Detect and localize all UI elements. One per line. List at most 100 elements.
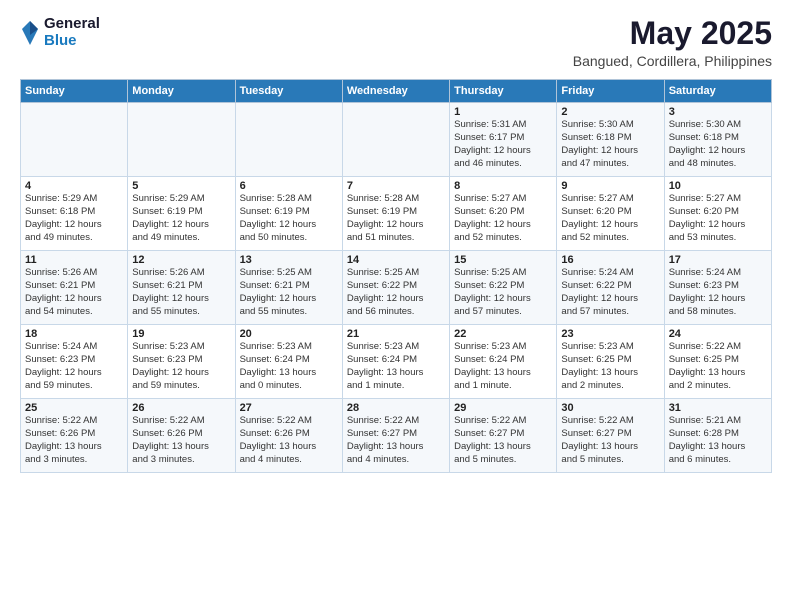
header: General Blue May 2025 Bangued, Cordiller… bbox=[20, 16, 772, 69]
day-number: 8 bbox=[454, 180, 552, 192]
day-number: 29 bbox=[454, 402, 552, 414]
calendar-cell: 19Sunrise: 5:23 AMSunset: 6:23 PMDayligh… bbox=[128, 325, 235, 399]
day-info: Sunrise: 5:28 AMSunset: 6:19 PMDaylight:… bbox=[347, 193, 445, 244]
day-number: 16 bbox=[561, 254, 659, 266]
calendar-cell: 13Sunrise: 5:25 AMSunset: 6:21 PMDayligh… bbox=[235, 251, 342, 325]
day-info: Sunrise: 5:27 AMSunset: 6:20 PMDaylight:… bbox=[669, 193, 767, 244]
day-number: 24 bbox=[669, 328, 767, 340]
calendar-cell: 28Sunrise: 5:22 AMSunset: 6:27 PMDayligh… bbox=[342, 399, 449, 473]
day-number: 4 bbox=[25, 180, 123, 192]
day-number: 14 bbox=[347, 254, 445, 266]
calendar-cell: 8Sunrise: 5:27 AMSunset: 6:20 PMDaylight… bbox=[450, 177, 557, 251]
calendar-cell: 31Sunrise: 5:21 AMSunset: 6:28 PMDayligh… bbox=[664, 399, 771, 473]
day-info: Sunrise: 5:27 AMSunset: 6:20 PMDaylight:… bbox=[454, 193, 552, 244]
month-title: May 2025 bbox=[573, 16, 772, 51]
calendar-cell: 6Sunrise: 5:28 AMSunset: 6:19 PMDaylight… bbox=[235, 177, 342, 251]
day-number: 31 bbox=[669, 402, 767, 414]
calendar-cell: 21Sunrise: 5:23 AMSunset: 6:24 PMDayligh… bbox=[342, 325, 449, 399]
day-info: Sunrise: 5:22 AMSunset: 6:26 PMDaylight:… bbox=[240, 415, 338, 466]
day-info: Sunrise: 5:31 AMSunset: 6:17 PMDaylight:… bbox=[454, 119, 552, 170]
calendar-cell: 23Sunrise: 5:23 AMSunset: 6:25 PMDayligh… bbox=[557, 325, 664, 399]
calendar-cell: 7Sunrise: 5:28 AMSunset: 6:19 PMDaylight… bbox=[342, 177, 449, 251]
day-number: 20 bbox=[240, 328, 338, 340]
day-info: Sunrise: 5:29 AMSunset: 6:18 PMDaylight:… bbox=[25, 193, 123, 244]
day-number: 22 bbox=[454, 328, 552, 340]
day-info: Sunrise: 5:29 AMSunset: 6:19 PMDaylight:… bbox=[132, 193, 230, 244]
calendar-cell bbox=[342, 103, 449, 177]
day-info: Sunrise: 5:22 AMSunset: 6:26 PMDaylight:… bbox=[25, 415, 123, 466]
calendar-cell: 15Sunrise: 5:25 AMSunset: 6:22 PMDayligh… bbox=[450, 251, 557, 325]
weekday-header-monday: Monday bbox=[128, 80, 235, 103]
page-container: General Blue May 2025 Bangued, Cordiller… bbox=[0, 0, 792, 483]
calendar-cell: 30Sunrise: 5:22 AMSunset: 6:27 PMDayligh… bbox=[557, 399, 664, 473]
day-number: 1 bbox=[454, 106, 552, 118]
day-info: Sunrise: 5:22 AMSunset: 6:27 PMDaylight:… bbox=[561, 415, 659, 466]
calendar-header: SundayMondayTuesdayWednesdayThursdayFrid… bbox=[21, 80, 772, 103]
calendar-cell: 3Sunrise: 5:30 AMSunset: 6:18 PMDaylight… bbox=[664, 103, 771, 177]
day-info: Sunrise: 5:24 AMSunset: 6:23 PMDaylight:… bbox=[669, 267, 767, 318]
logo-icon bbox=[20, 19, 40, 47]
title-block: May 2025 Bangued, Cordillera, Philippine… bbox=[573, 16, 772, 69]
day-info: Sunrise: 5:23 AMSunset: 6:23 PMDaylight:… bbox=[132, 341, 230, 392]
day-number: 26 bbox=[132, 402, 230, 414]
day-info: Sunrise: 5:28 AMSunset: 6:19 PMDaylight:… bbox=[240, 193, 338, 244]
calendar-week-2: 4Sunrise: 5:29 AMSunset: 6:18 PMDaylight… bbox=[21, 177, 772, 251]
weekday-header-wednesday: Wednesday bbox=[342, 80, 449, 103]
weekday-header-thursday: Thursday bbox=[450, 80, 557, 103]
day-info: Sunrise: 5:23 AMSunset: 6:25 PMDaylight:… bbox=[561, 341, 659, 392]
calendar-cell: 14Sunrise: 5:25 AMSunset: 6:22 PMDayligh… bbox=[342, 251, 449, 325]
day-info: Sunrise: 5:22 AMSunset: 6:27 PMDaylight:… bbox=[347, 415, 445, 466]
calendar-cell: 10Sunrise: 5:27 AMSunset: 6:20 PMDayligh… bbox=[664, 177, 771, 251]
calendar-cell: 29Sunrise: 5:22 AMSunset: 6:27 PMDayligh… bbox=[450, 399, 557, 473]
calendar-cell: 20Sunrise: 5:23 AMSunset: 6:24 PMDayligh… bbox=[235, 325, 342, 399]
day-number: 13 bbox=[240, 254, 338, 266]
weekday-header-friday: Friday bbox=[557, 80, 664, 103]
day-info: Sunrise: 5:23 AMSunset: 6:24 PMDaylight:… bbox=[347, 341, 445, 392]
day-info: Sunrise: 5:24 AMSunset: 6:22 PMDaylight:… bbox=[561, 267, 659, 318]
logo: General Blue bbox=[20, 16, 100, 49]
logo-general: General bbox=[44, 16, 100, 33]
day-info: Sunrise: 5:27 AMSunset: 6:20 PMDaylight:… bbox=[561, 193, 659, 244]
day-info: Sunrise: 5:26 AMSunset: 6:21 PMDaylight:… bbox=[132, 267, 230, 318]
day-number: 23 bbox=[561, 328, 659, 340]
logo-blue: Blue bbox=[44, 33, 100, 50]
calendar-cell: 26Sunrise: 5:22 AMSunset: 6:26 PMDayligh… bbox=[128, 399, 235, 473]
day-number: 5 bbox=[132, 180, 230, 192]
day-info: Sunrise: 5:23 AMSunset: 6:24 PMDaylight:… bbox=[240, 341, 338, 392]
day-number: 18 bbox=[25, 328, 123, 340]
calendar-body: 1Sunrise: 5:31 AMSunset: 6:17 PMDaylight… bbox=[21, 103, 772, 473]
day-info: Sunrise: 5:22 AMSunset: 6:26 PMDaylight:… bbox=[132, 415, 230, 466]
day-info: Sunrise: 5:25 AMSunset: 6:21 PMDaylight:… bbox=[240, 267, 338, 318]
day-number: 15 bbox=[454, 254, 552, 266]
day-info: Sunrise: 5:22 AMSunset: 6:27 PMDaylight:… bbox=[454, 415, 552, 466]
calendar-cell: 12Sunrise: 5:26 AMSunset: 6:21 PMDayligh… bbox=[128, 251, 235, 325]
calendar-week-1: 1Sunrise: 5:31 AMSunset: 6:17 PMDaylight… bbox=[21, 103, 772, 177]
day-number: 28 bbox=[347, 402, 445, 414]
day-info: Sunrise: 5:25 AMSunset: 6:22 PMDaylight:… bbox=[347, 267, 445, 318]
calendar-week-3: 11 Sunrise: 5:26 AMSunset: 6:21 PMDayligh… bbox=[21, 251, 772, 325]
day-info: Sunrise: 5:22 AMSunset: 6:25 PMDaylight:… bbox=[669, 341, 767, 392]
calendar-table: SundayMondayTuesdayWednesdayThursdayFrid… bbox=[20, 79, 772, 473]
calendar-cell: 25Sunrise: 5:22 AMSunset: 6:26 PMDayligh… bbox=[21, 399, 128, 473]
calendar-cell: 9Sunrise: 5:27 AMSunset: 6:20 PMDaylight… bbox=[557, 177, 664, 251]
weekday-header-saturday: Saturday bbox=[664, 80, 771, 103]
calendar-week-4: 18Sunrise: 5:24 AMSunset: 6:23 PMDayligh… bbox=[21, 325, 772, 399]
day-number: 10 bbox=[669, 180, 767, 192]
day-info: Sunrise: 5:25 AMSunset: 6:22 PMDaylight:… bbox=[454, 267, 552, 318]
calendar-cell: 27Sunrise: 5:22 AMSunset: 6:26 PMDayligh… bbox=[235, 399, 342, 473]
day-number: 25 bbox=[25, 402, 123, 414]
weekday-header-sunday: Sunday bbox=[21, 80, 128, 103]
day-number: 27 bbox=[240, 402, 338, 414]
day-number: 7 bbox=[347, 180, 445, 192]
day-number: 17 bbox=[669, 254, 767, 266]
calendar-cell: 24Sunrise: 5:22 AMSunset: 6:25 PMDayligh… bbox=[664, 325, 771, 399]
calendar-cell: 5Sunrise: 5:29 AMSunset: 6:19 PMDaylight… bbox=[128, 177, 235, 251]
calendar-cell: 18Sunrise: 5:24 AMSunset: 6:23 PMDayligh… bbox=[21, 325, 128, 399]
calendar-cell: 16Sunrise: 5:24 AMSunset: 6:22 PMDayligh… bbox=[557, 251, 664, 325]
calendar-cell: 4Sunrise: 5:29 AMSunset: 6:18 PMDaylight… bbox=[21, 177, 128, 251]
day-number: 11 bbox=[25, 254, 123, 266]
calendar-week-5: 25Sunrise: 5:22 AMSunset: 6:26 PMDayligh… bbox=[21, 399, 772, 473]
day-number: 12 bbox=[132, 254, 230, 266]
calendar-cell: 17Sunrise: 5:24 AMSunset: 6:23 PMDayligh… bbox=[664, 251, 771, 325]
day-number: 19 bbox=[132, 328, 230, 340]
